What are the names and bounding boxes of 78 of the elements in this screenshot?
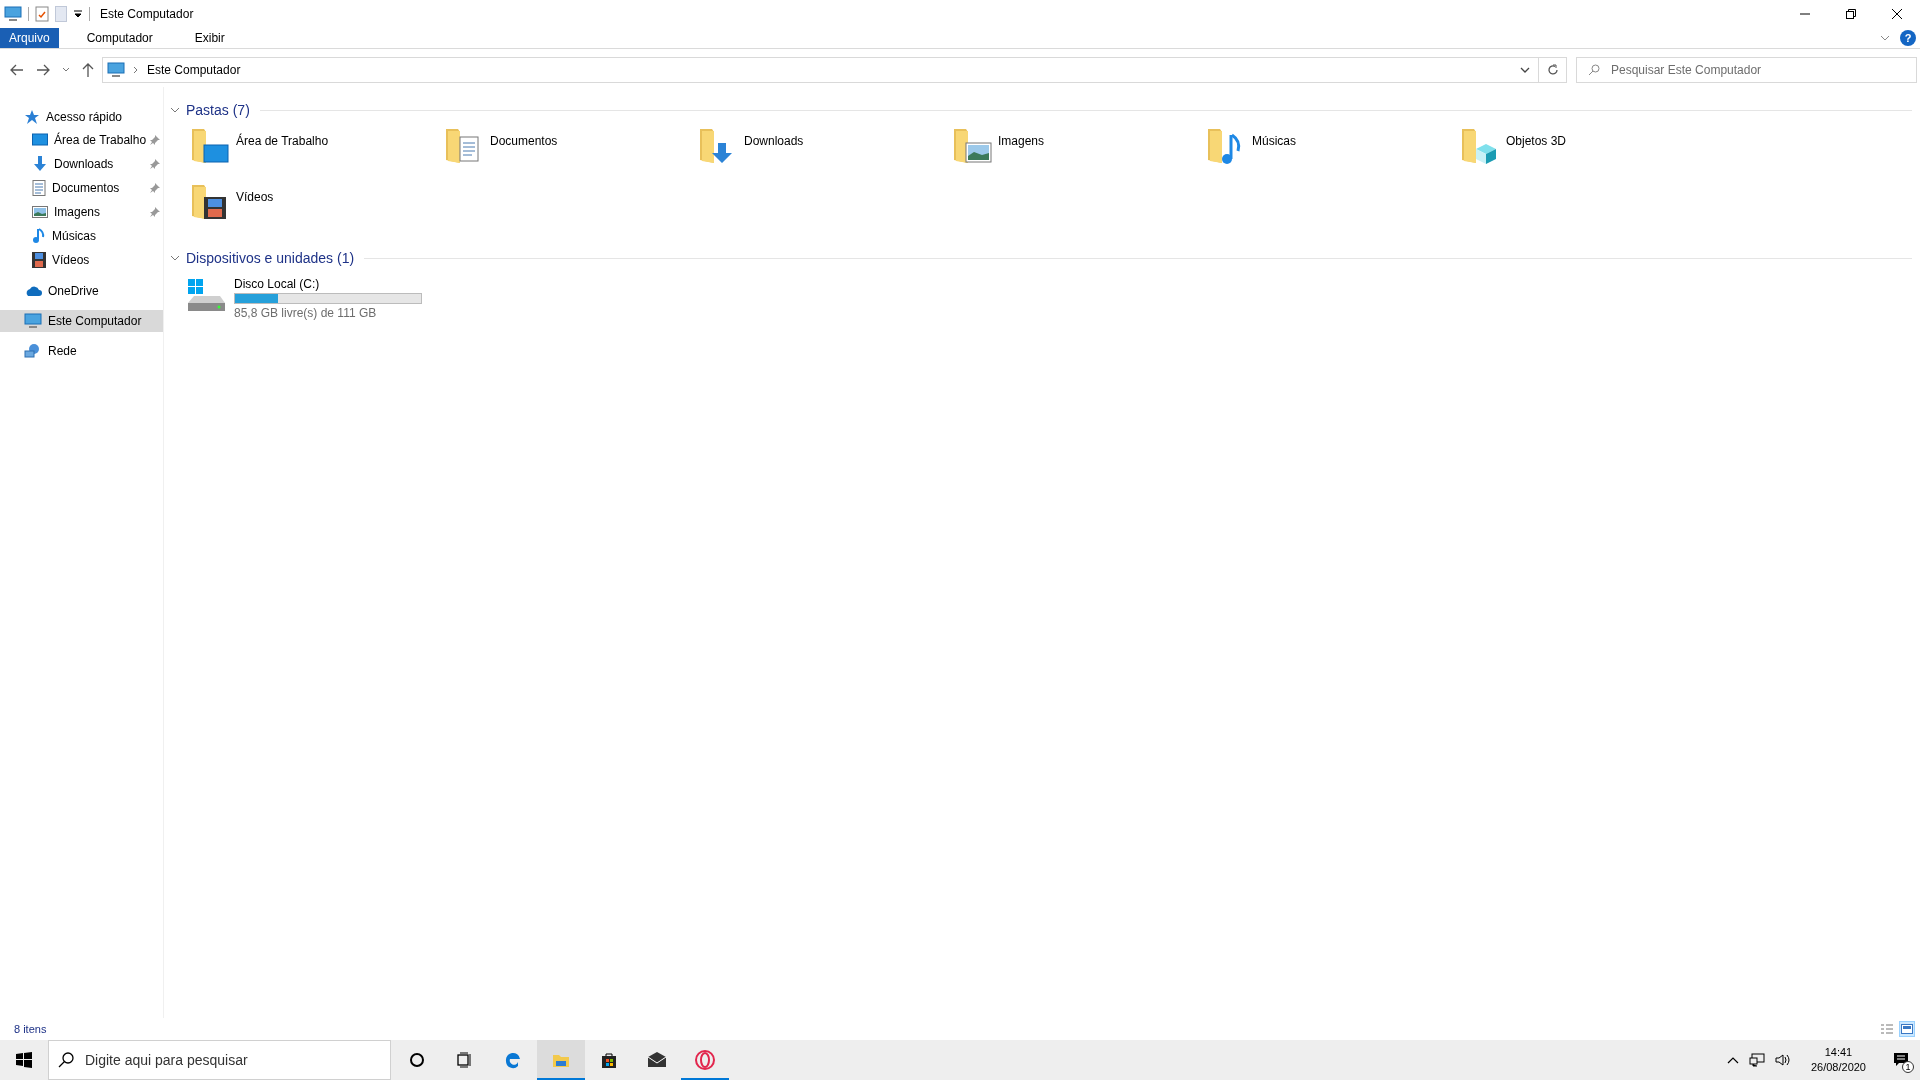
pin-icon [150, 159, 160, 169]
recent-caret-icon[interactable] [62, 67, 70, 73]
view-toggle[interactable] [1900, 1022, 1914, 1036]
folder-label[interactable]: Área de Trabalho [236, 125, 329, 148]
pin-icon [150, 183, 160, 193]
section-header[interactable]: Pastas (7) [186, 102, 250, 118]
search-field[interactable]: Pesquisar Este Computador [1576, 57, 1917, 83]
network-globe-icon [24, 343, 42, 359]
clock-date[interactable]: 26/08/2020 [1810, 1060, 1866, 1075]
sidebar-item[interactable]: Rede [0, 340, 163, 362]
desktop-icon [32, 133, 48, 147]
window-title: Este Computador [100, 7, 195, 21]
clock-time[interactable]: 14:41 [1824, 1045, 1853, 1060]
star-icon [24, 109, 40, 125]
folder-label[interactable]: Downloads [744, 125, 804, 148]
pin-icon [150, 207, 160, 217]
search-icon [1588, 64, 1600, 76]
edge-browser-icon[interactable] [504, 1051, 522, 1069]
sidebar-item[interactable]: Documentos [0, 176, 163, 200]
free-space-text: 85,8 GB livre(s) de 111 GB [234, 306, 378, 320]
pin-icon [150, 135, 160, 145]
ribbon-tab[interactable]: Exibir [180, 28, 239, 48]
network-icon[interactable] [1748, 1053, 1765, 1067]
dropdown-caret-icon[interactable] [73, 9, 83, 19]
dropdown-chevron-icon[interactable] [1520, 67, 1530, 73]
windows-logo-icon[interactable] [16, 1052, 32, 1068]
collapse-chevron-icon[interactable] [170, 253, 180, 263]
download-arrow-icon [32, 156, 48, 172]
sidebar-item[interactable]: OneDrive [0, 280, 163, 302]
sidebar-item[interactable]: Este Computador [0, 310, 163, 332]
opera-browser-icon[interactable] [695, 1050, 715, 1070]
sidebar-item[interactable]: Imagens [0, 200, 163, 224]
up-arrow-icon[interactable] [82, 63, 94, 77]
envelope-icon[interactable] [647, 1050, 667, 1070]
properties-icon[interactable] [35, 6, 49, 22]
sidebar-item[interactable]: Acesso rápido [0, 106, 163, 128]
back-arrow-icon[interactable] [10, 64, 24, 76]
sidebar-item[interactable]: Vídeos [0, 248, 163, 272]
view-toggle[interactable] [1880, 1022, 1894, 1036]
search-icon [58, 1052, 74, 1068]
music-note-icon [32, 228, 46, 244]
computer-icon [107, 62, 125, 78]
sidebar-item[interactable]: Downloads [0, 152, 163, 176]
shopping-bag-icon[interactable] [600, 1051, 618, 1069]
folder-label[interactable]: Objetos 3D [1506, 125, 1567, 148]
item-count: 8 itens [14, 1023, 48, 1035]
chevron-up-icon[interactable] [1726, 1056, 1739, 1064]
drive-label[interactable]: Disco Local (C:) [234, 277, 422, 291]
speaker-icon[interactable] [1774, 1053, 1791, 1067]
computer-icon [24, 313, 42, 329]
breadcrumb-item[interactable]: Este Computador [147, 63, 241, 77]
breadcrumb-chevron-icon[interactable] [133, 66, 139, 74]
ribbon-tab[interactable]: Arquivo [0, 28, 59, 48]
cortana-circle-icon[interactable] [409, 1052, 425, 1068]
chevron-down-icon[interactable] [1880, 35, 1890, 41]
document-icon [32, 180, 46, 196]
cloud-icon [24, 285, 42, 297]
folder-label[interactable]: Vídeos [236, 181, 274, 204]
folder-label[interactable]: Documentos [490, 125, 558, 148]
close-icon[interactable] [1892, 9, 1902, 19]
ribbon-tab[interactable]: Computador [72, 28, 167, 48]
computer-icon [4, 6, 22, 22]
refresh-icon[interactable] [1546, 64, 1559, 76]
notification-icon[interactable] [1893, 1052, 1909, 1068]
taskbar-search-field[interactable]: Digite aqui para pesquisar [48, 1040, 391, 1080]
folder-label[interactable]: Imagens [998, 125, 1045, 148]
sidebar-item[interactable]: Músicas [0, 224, 163, 248]
task-view-icon[interactable] [457, 1052, 473, 1068]
picture-icon [32, 205, 48, 219]
folder-label[interactable]: Músicas [1252, 125, 1296, 148]
sidebar-item[interactable]: Área de Trabalho [0, 128, 163, 152]
section-header[interactable]: Dispositivos e unidades (1) [186, 250, 355, 266]
help-button[interactable]: ? [1900, 30, 1916, 46]
forward-arrow-icon[interactable] [36, 64, 50, 76]
restore-icon[interactable] [1846, 9, 1856, 19]
notification-count: 1 [1902, 1061, 1914, 1073]
film-strip-icon [32, 252, 46, 268]
collapse-chevron-icon[interactable] [170, 105, 180, 115]
